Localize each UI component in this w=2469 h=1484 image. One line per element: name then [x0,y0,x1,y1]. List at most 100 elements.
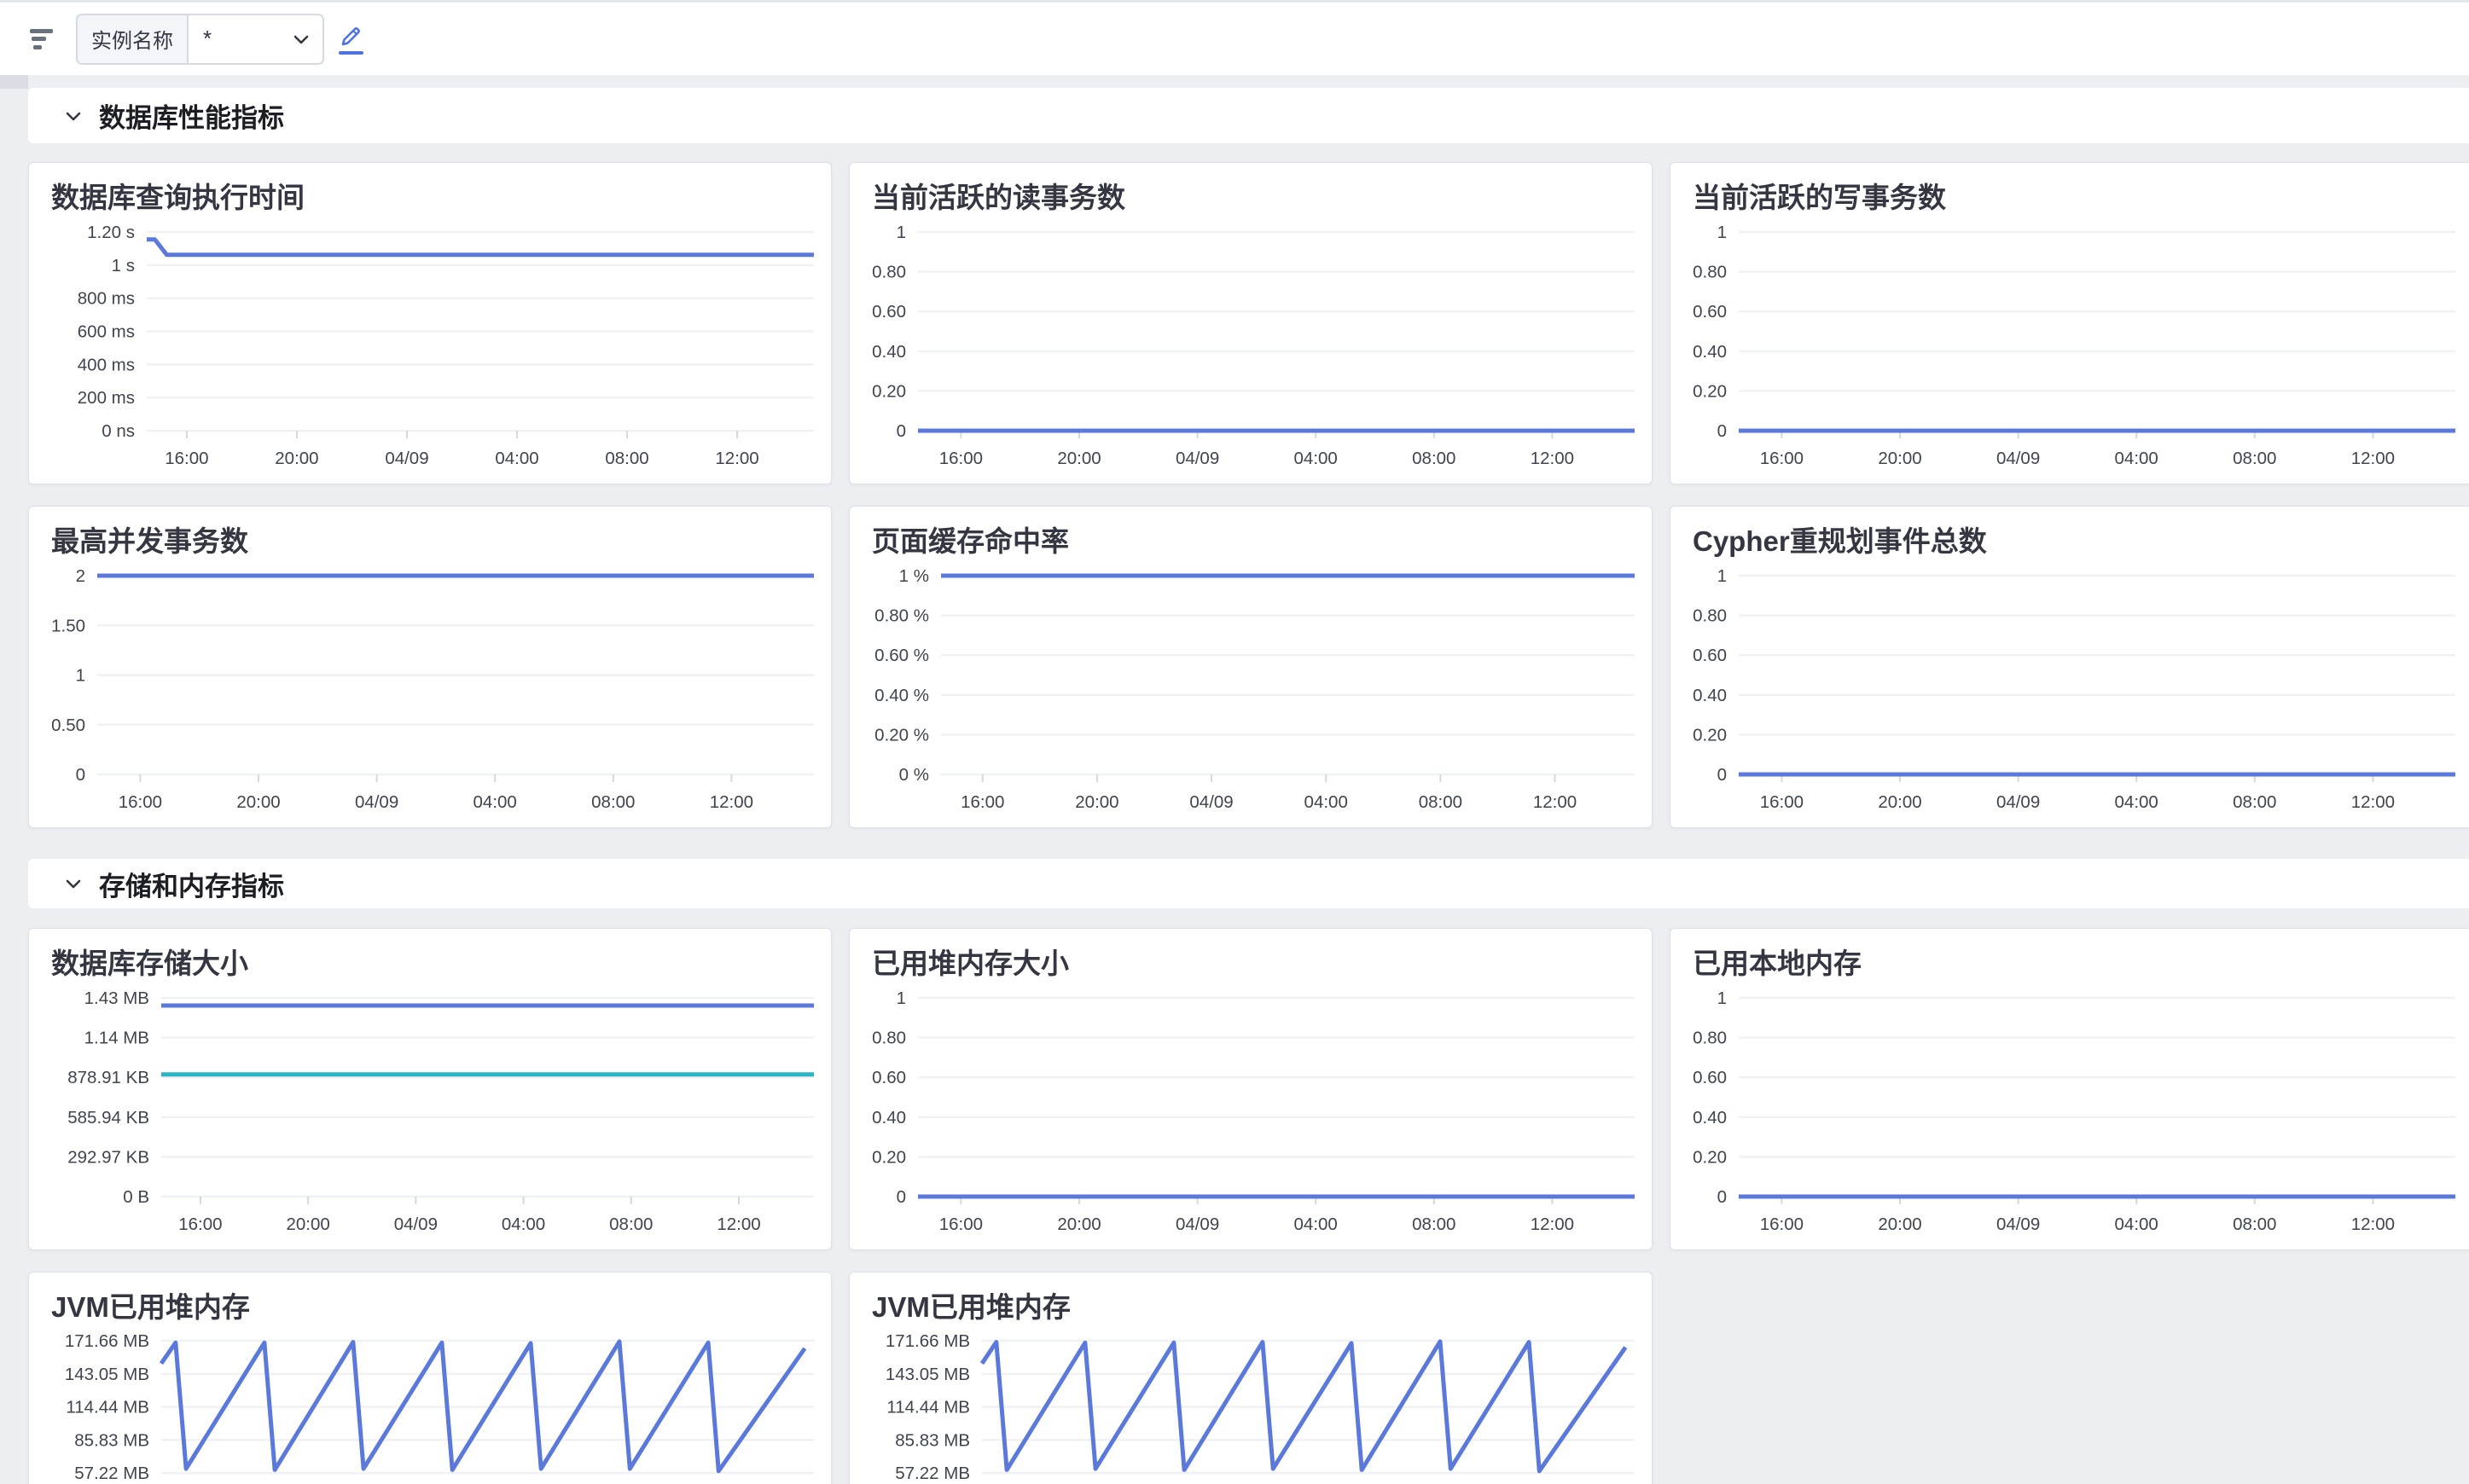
svg-text:16:00: 16:00 [178,1214,222,1234]
chart-panel-active-write-transactions: 当前活跃的写事务数 10.800.600.400.20016:0020:0004… [1670,162,2469,484]
chart-title: JVM已用堆内存 [51,1284,250,1325]
svg-text:08:00: 08:00 [605,449,648,468]
chart-panel-peak-concurrent-transactions: 最高并发事务数 21.5010.50016:0020:0004/0904:000… [28,506,832,828]
svg-text:1.50: 1.50 [51,616,85,635]
svg-text:1.43 MB: 1.43 MB [84,988,149,1008]
instance-name-select[interactable]: * [189,15,322,63]
svg-text:16:00: 16:00 [961,792,1004,812]
svg-text:171.66 MB: 171.66 MB [886,1331,970,1351]
scroll-corner [0,75,28,89]
chevron-down-icon [291,29,311,49]
svg-text:04/09: 04/09 [394,1214,438,1234]
svg-text:85.83 MB: 85.83 MB [74,1430,149,1450]
pencil-icon [338,24,363,49]
svg-text:08:00: 08:00 [591,792,635,812]
svg-text:0.40: 0.40 [872,342,906,362]
svg-text:04/09: 04/09 [1996,449,2040,468]
svg-text:12:00: 12:00 [2351,1214,2395,1234]
chart-title: 数据库查询执行时间 [51,175,305,216]
chart-panel-cypher-replan-events: Cypher重规划事件总数 10.800.600.400.20016:0020:… [1670,506,2469,828]
svg-text:12:00: 12:00 [717,1214,760,1234]
svg-text:20:00: 20:00 [1878,449,1921,468]
svg-text:04/09: 04/09 [1189,792,1233,812]
svg-text:04:00: 04:00 [495,449,538,468]
svg-text:20:00: 20:00 [236,792,280,812]
svg-text:20:00: 20:00 [1075,792,1118,812]
svg-text:20:00: 20:00 [1878,792,1921,812]
svg-text:0: 0 [1717,421,1727,441]
svg-text:0.40: 0.40 [1693,1108,1727,1127]
svg-text:0.60: 0.60 [872,1068,906,1087]
chart-panel-database-store-size: 数据库存储大小 1.43 MB1.14 MB878.91 KB585.94 KB… [28,928,832,1250]
svg-text:16:00: 16:00 [1760,792,1804,812]
svg-text:20:00: 20:00 [286,1214,329,1234]
svg-text:1: 1 [1717,223,1727,242]
chart-title: 已用堆内存大小 [872,941,1069,982]
chart-title: Cypher重规划事件总数 [1693,519,1987,559]
svg-text:1 %: 1 % [899,566,929,586]
chart-row-3: 数据库存储大小 1.43 MB1.14 MB878.91 KB585.94 KB… [28,928,2469,1250]
svg-text:200 ms: 200 ms [78,388,135,408]
svg-text:1: 1 [1717,566,1727,586]
svg-text:0.40: 0.40 [1693,342,1727,362]
svg-text:04/09: 04/09 [1996,1214,2040,1234]
svg-text:600 ms: 600 ms [78,322,135,342]
svg-text:04/09: 04/09 [1176,449,1219,468]
svg-text:0 B: 0 B [123,1187,149,1207]
svg-text:0.60: 0.60 [1693,646,1727,665]
svg-text:1.20 s: 1.20 s [87,223,135,242]
svg-text:16:00: 16:00 [119,792,162,812]
svg-text:16:00: 16:00 [1760,1214,1804,1234]
svg-text:04/09: 04/09 [355,792,398,812]
filter-toolbar: 实例名称 * [0,3,2469,75]
chart-title: JVM已用堆内存 [872,1284,1071,1325]
svg-text:04:00: 04:00 [502,1214,545,1234]
svg-text:1.14 MB: 1.14 MB [84,1029,149,1048]
svg-text:0 ns: 0 ns [102,421,135,441]
svg-text:0 %: 0 % [899,765,929,785]
chevron-down-icon [62,872,84,895]
svg-text:0.60: 0.60 [1693,302,1727,322]
svg-text:12:00: 12:00 [715,449,758,468]
svg-text:0: 0 [1717,765,1727,785]
series-query-execution-time [147,240,814,255]
svg-text:20:00: 20:00 [1878,1214,1921,1234]
svg-text:12:00: 12:00 [1533,792,1577,812]
svg-text:08:00: 08:00 [2233,792,2276,812]
section-title: 数据库性能指标 [99,96,284,135]
instance-name-label: 实例名称 [78,15,189,63]
svg-text:171.66 MB: 171.66 MB [65,1331,149,1351]
instance-name-filter: 实例名称 * [76,14,324,65]
chart-title: 数据库存储大小 [51,941,248,982]
section-header-storage-memory[interactable]: 存储和内存指标 [28,859,2469,908]
svg-text:57.22 MB: 57.22 MB [895,1464,970,1483]
chart-panel-used-heap-size: 已用堆内存大小 10.800.600.400.20016:0020:0004/0… [849,928,1653,1250]
svg-text:114.44 MB: 114.44 MB [886,1398,970,1417]
filter-icon[interactable] [30,26,55,52]
chart-row-2: 最高并发事务数 21.5010.50016:0020:0004/0904:000… [28,506,2469,828]
svg-text:12:00: 12:00 [1531,449,1574,468]
svg-text:0.80: 0.80 [1693,263,1727,282]
svg-text:16:00: 16:00 [1760,449,1804,468]
svg-text:04:00: 04:00 [473,792,517,812]
svg-text:143.05 MB: 143.05 MB [65,1365,149,1384]
svg-text:0.60: 0.60 [872,302,906,322]
svg-text:04:00: 04:00 [1294,1214,1338,1234]
svg-text:04:00: 04:00 [1304,792,1348,812]
svg-text:08:00: 08:00 [609,1214,653,1234]
svg-text:12:00: 12:00 [1531,1214,1574,1234]
svg-text:1: 1 [76,666,85,686]
edit-filter-button[interactable] [338,24,363,55]
svg-text:0.60: 0.60 [1693,1068,1727,1087]
svg-text:57.22 MB: 57.22 MB [74,1464,149,1483]
chart-panel-jvm-heap-used-2: JVM已用堆内存 171.66 MB143.05 MB114.44 MB85.8… [849,1272,1653,1484]
svg-text:0: 0 [1717,1187,1727,1207]
svg-text:04/09: 04/09 [385,449,428,468]
svg-text:1: 1 [897,988,906,1008]
chart-panel-jvm-heap-used-1: JVM已用堆内存 171.66 MB 143.05 MB 114.44 MB 85.8… [28,1272,832,1484]
svg-text:08:00: 08:00 [1412,1214,1455,1234]
svg-text:04:00: 04:00 [2115,449,2158,468]
section-header-db-performance[interactable]: 数据库性能指标 [28,88,2469,143]
svg-text:0.80: 0.80 [872,263,906,282]
svg-text:114.44 MB: 114.44 MB [66,1398,149,1417]
